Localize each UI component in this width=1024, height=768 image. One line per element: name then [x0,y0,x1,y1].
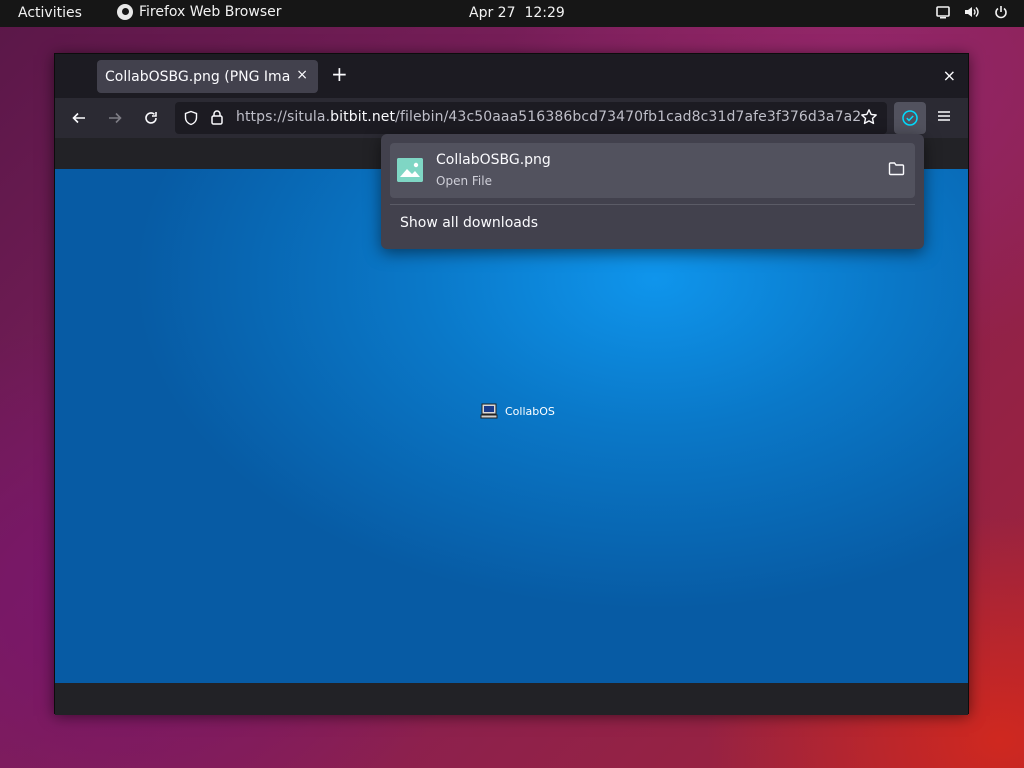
collabos-desktop-icon: CollabOS [480,403,555,419]
screen-icon[interactable] [936,5,950,19]
clock-time: 12:29 [524,5,565,21]
url-path: /filebin/43c50aaa516386bcd73470fb1cad8c3… [395,109,862,125]
url-bar[interactable]: https://situla.bitbit.net/filebin/43c50a… [175,102,887,134]
nav-bar: https://situla.bitbit.net/filebin/43c50a… [55,98,968,138]
collabos-label: CollabOS [505,404,555,418]
panel-divider [390,204,915,205]
tab-collabosbg[interactable]: CollabOSBG.png (PNG Image, 1920 × 1080 p… [97,60,318,93]
bookmark-star-icon[interactable] [860,108,878,130]
system-tray[interactable] [936,5,1008,19]
volume-icon[interactable] [964,5,980,19]
url-text[interactable]: https://situla.bitbit.net/filebin/43c50a… [236,109,861,125]
download-filename: CollabOSBG.png [436,152,551,168]
downloads-panel: CollabOSBG.png Open File Show all downlo… [381,134,924,249]
tab-strip: CollabOSBG.png (PNG Image, 1920 × 1080 p… [55,54,968,98]
downloads-button[interactable] [894,102,926,134]
download-item[interactable]: CollabOSBG.png Open File [390,143,915,198]
back-button[interactable] [69,108,89,128]
forward-arrow-icon [109,112,122,124]
new-tab-button[interactable]: + [331,64,348,84]
image-file-icon [397,158,423,182]
hamburger-menu-icon[interactable] [936,108,952,128]
url-domain: bitbit.net [330,109,396,125]
app-menu[interactable]: Firefox Web Browser [117,4,282,20]
download-complete-icon [902,110,918,126]
open-folder-icon[interactable] [888,161,905,180]
forward-button[interactable] [105,108,125,128]
url-prefix: https://situla. [236,109,331,125]
top-bar: Activities Firefox Web Browser Apr 27 12… [0,0,1024,27]
activities-button[interactable]: Activities [18,5,82,21]
computer-icon [480,403,498,419]
window-close-button[interactable]: × [943,66,956,85]
back-arrow-icon [72,112,85,124]
show-all-downloads-link[interactable]: Show all downloads [400,215,538,231]
tab-close-icon[interactable]: × [296,67,308,83]
download-status: Open File [436,174,492,188]
reload-icon [145,112,157,124]
lock-icon[interactable] [210,109,224,130]
clock[interactable]: Apr 27 12:29 [469,5,565,21]
reload-button[interactable] [141,108,161,128]
tab-title: CollabOSBG.png (PNG Image, 1920 × 1080 p… [105,68,291,85]
clock-date: Apr 27 [469,5,516,21]
app-name: Firefox Web Browser [139,4,282,20]
power-icon[interactable] [994,5,1008,19]
firefox-icon [117,4,133,20]
tracking-protection-icon[interactable] [183,110,199,130]
